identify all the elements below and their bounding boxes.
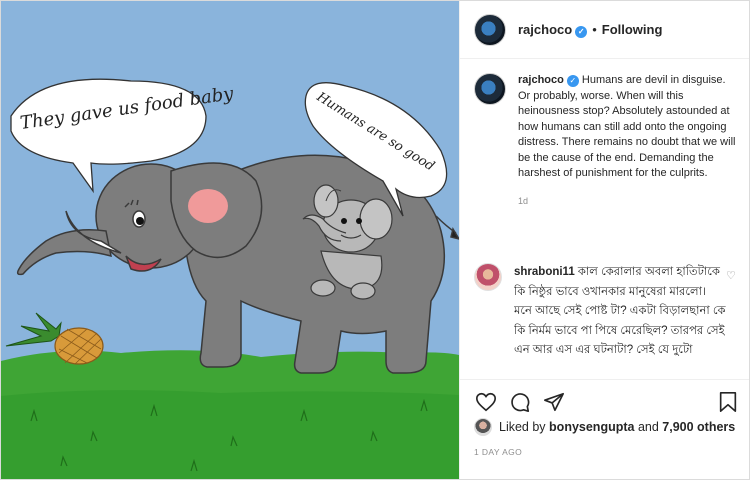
post-timestamp[interactable]: 1 DAY AGO: [474, 447, 522, 457]
liker-username[interactable]: bonysengupta: [549, 420, 634, 434]
header-separator: •: [592, 22, 597, 37]
liker-avatar[interactable]: [474, 418, 492, 436]
instagram-post-modal: They gave us food baby Humans are so goo…: [0, 0, 750, 480]
action-bar: [460, 379, 749, 423]
post-caption: rajchoco ✓ Humans are devil in disguise. …: [474, 73, 744, 209]
bookmark-icon[interactable]: [716, 390, 740, 414]
heart-icon[interactable]: [474, 390, 498, 414]
caption-avatar[interactable]: [474, 73, 506, 105]
author-username[interactable]: rajchoco ✓: [518, 22, 588, 38]
caption-username[interactable]: rajchoco: [518, 74, 564, 86]
post-header: rajchoco ✓ • Following: [460, 1, 749, 59]
comment-item: shraboni11 কাল কেরালার অবলা হাতিটাকে কি …: [474, 263, 744, 383]
comment-text: কাল কেরালার অবলা হাতিটাকে কি নিষ্ঠুর ভাব…: [514, 266, 726, 356]
commenter-avatar[interactable]: [474, 263, 502, 291]
small-heart-icon[interactable]: ♡: [726, 269, 736, 282]
likes-prefix: Liked by: [499, 420, 546, 434]
commenter-username[interactable]: shraboni11: [514, 266, 575, 278]
following-button[interactable]: Following: [602, 22, 663, 37]
caption-time[interactable]: 1d: [518, 194, 740, 210]
caption-text: Humans are devil in disguise. Or probabl…: [518, 74, 736, 179]
post-image[interactable]: They gave us food baby Humans are so goo…: [1, 1, 459, 479]
likes-count[interactable]: 7,900 others: [662, 420, 735, 434]
verified-badge-icon: ✓: [575, 25, 588, 38]
author-avatar[interactable]: [474, 13, 506, 46]
likes-summary: Liked by bonysengupta and 7,900 others: [474, 418, 735, 436]
share-icon[interactable]: [542, 390, 566, 414]
verified-badge-icon: ✓: [566, 75, 579, 87]
comment-icon[interactable]: [508, 390, 532, 414]
likes-and: and: [637, 420, 659, 434]
post-sidebar: rajchoco ✓ • Following rajchoco ✓ Humans a…: [459, 1, 749, 479]
elephant-illustration: They gave us food baby Humans are so goo…: [1, 1, 459, 479]
